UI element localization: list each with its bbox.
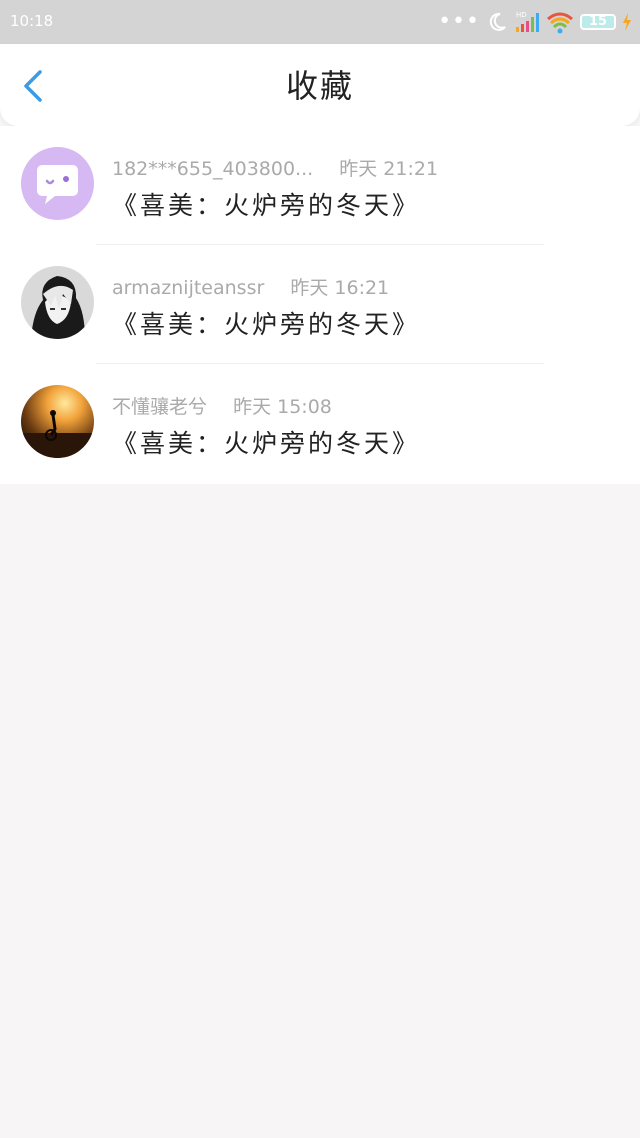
sunset-cyclist-avatar xyxy=(21,385,94,458)
date-label: 昨天 xyxy=(233,396,272,418)
item-meta: armaznijteanssr 昨天 16:21 xyxy=(112,273,389,300)
username: 182***655_403800... xyxy=(112,158,314,180)
charging-icon xyxy=(623,13,631,31)
signal-icon: HD xyxy=(516,11,539,32)
username: 不懂骧老兮 xyxy=(112,396,208,418)
page-title: 收藏 xyxy=(285,67,354,105)
more-dots-icon: ••• xyxy=(438,9,480,34)
timestamp: 16:21 xyxy=(334,277,390,299)
work-title: 《喜美：火炉旁的冬天》 xyxy=(112,310,421,339)
item-meta: 182***655_403800... 昨天 21:21 xyxy=(112,154,438,181)
battery-level: 15 xyxy=(588,14,608,29)
list-item[interactable]: 不懂骧老兮 昨天 15:08 《喜美：火炉旁的冬天》 xyxy=(0,364,640,483)
timestamp: 21:21 xyxy=(383,158,439,180)
list-item[interactable]: armaznijteanssr 昨天 16:21 《喜美：火炉旁的冬天》 xyxy=(0,245,640,364)
status-time: 10:18 xyxy=(10,12,54,30)
svg-text:HD: HD xyxy=(516,11,527,19)
nav-bar: 收藏 xyxy=(0,44,640,126)
list-item[interactable]: 182***655_403800... 昨天 21:21 《喜美：火炉旁的冬天》 xyxy=(0,126,640,245)
status-icons: ••• HD 15 xyxy=(438,8,632,36)
date-label: 昨天 xyxy=(339,158,378,180)
anime-character-avatar xyxy=(21,266,94,339)
avatar[interactable] xyxy=(21,266,94,339)
moon-icon xyxy=(489,12,506,31)
wifi-icon xyxy=(547,12,573,34)
username: armaznijteanssr xyxy=(112,277,265,299)
work-title: 《喜美：火炉旁的冬天》 xyxy=(112,429,421,458)
chat-bubble-avatar xyxy=(21,147,94,220)
status-bar: 10:18 ••• HD 15 xyxy=(0,0,640,44)
favorites-list: 182***655_403800... 昨天 21:21 《喜美：火炉旁的冬天》… xyxy=(0,126,640,484)
item-meta: 不懂骧老兮 昨天 15:08 xyxy=(112,392,332,419)
avatar[interactable] xyxy=(21,385,94,458)
battery-icon: 15 xyxy=(580,14,616,30)
work-title: 《喜美：火炉旁的冬天》 xyxy=(112,191,421,220)
avatar[interactable] xyxy=(21,147,94,220)
date-label: 昨天 xyxy=(290,277,329,299)
timestamp: 15:08 xyxy=(277,396,332,418)
